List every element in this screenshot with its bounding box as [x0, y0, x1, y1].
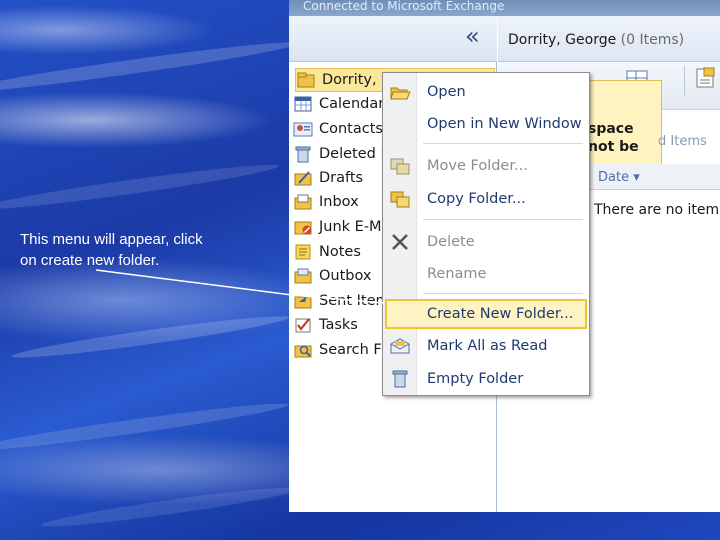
mark-read-icon [389, 336, 411, 356]
folder-label: Calendar [319, 96, 385, 112]
menu-item-empty-folder[interactable]: Empty Folder [385, 364, 587, 394]
empty-folder-icon [389, 369, 411, 389]
folder-label: Inbox [319, 194, 359, 210]
folder-context-menu: Open Open in New Window Move Folder... C… [382, 72, 590, 396]
menu-label: Create New Folder... [427, 306, 574, 322]
connection-status-bar: Connected to Microsoft Exchange [289, 0, 720, 16]
menu-item-open[interactable]: Open [385, 77, 587, 107]
drafts-icon [293, 169, 313, 187]
items-label: d Items [658, 134, 707, 149]
calendar-icon [293, 95, 313, 113]
folder-label: Drafts [319, 170, 364, 186]
menu-label: Empty Folder [427, 371, 524, 387]
sent-items-icon [293, 292, 313, 310]
search-folder-icon [293, 341, 313, 359]
menu-separator [423, 293, 583, 294]
menu-label: Copy Folder... [427, 191, 526, 207]
menu-item-delete[interactable]: Delete [385, 227, 587, 257]
menu-item-create-new-folder[interactable]: Create New Folder... [385, 299, 587, 329]
sort-by-date[interactable]: Date ▾ [598, 170, 640, 185]
menu-label: Open [427, 84, 466, 100]
content-pane-header: Dorrity, George (0 Items) [498, 16, 720, 62]
folder-label: Notes [319, 244, 361, 260]
content-title: Dorrity, George (0 Items) [508, 32, 684, 48]
open-folder-icon [389, 82, 411, 102]
menu-label: Mark All as Read [427, 338, 548, 354]
delete-x-icon [389, 232, 411, 252]
mailbox-name: Dorrity, George [508, 32, 617, 48]
menu-label: Delete [427, 234, 475, 250]
folder-label: Contacts [319, 121, 383, 137]
menu-item-copy-folder[interactable]: Copy Folder... [385, 184, 587, 214]
menu-item-rename[interactable]: Rename [385, 259, 587, 289]
menu-separator [423, 143, 583, 144]
collapse-pane-icon[interactable]: « [465, 24, 480, 48]
menu-item-mark-all-read[interactable]: Mark All as Read [385, 331, 587, 361]
outbox-icon [293, 267, 313, 285]
copy-folder-icon [389, 189, 411, 209]
tooltip-text: space not be [588, 120, 668, 156]
menu-label: Rename [427, 266, 487, 282]
empty-list-message: There are no item [594, 202, 720, 218]
move-folder-icon [389, 156, 411, 176]
instruction-line-2: on create new folder. [20, 252, 160, 269]
tooltip-line-1: space [588, 121, 634, 137]
folder-label: Tasks [319, 317, 358, 333]
deleted-items-icon [293, 145, 313, 163]
folder-label: Outbox [319, 268, 372, 284]
notes-icon [293, 243, 313, 261]
menu-label: Move Folder... [427, 158, 528, 174]
junk-mail-icon [293, 218, 313, 236]
tasks-icon [293, 316, 313, 334]
contacts-icon [293, 120, 313, 138]
folder-list-icon[interactable] [694, 66, 718, 92]
item-count: (0 Items) [620, 32, 685, 48]
menu-separator [423, 219, 583, 220]
folder-pane-header: « [289, 16, 497, 62]
menu-item-open-new-window[interactable]: Open in New Window [385, 109, 587, 139]
mailbox-icon [296, 71, 316, 89]
instruction-line-1: This menu will appear, click [20, 231, 203, 248]
instruction-callout: This menu will appear, click on create n… [20, 229, 260, 271]
menu-label: Open in New Window [427, 116, 582, 132]
inbox-icon [293, 193, 313, 211]
menu-item-move-folder[interactable]: Move Folder... [385, 151, 587, 181]
tooltip-line-2: not be [588, 139, 639, 155]
